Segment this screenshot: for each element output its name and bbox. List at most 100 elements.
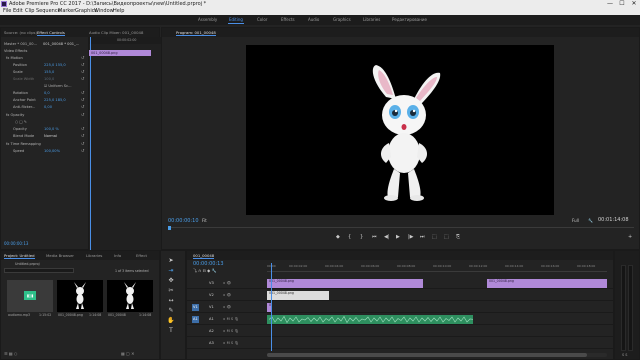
reset-icon[interactable]: ↺ — [81, 62, 84, 68]
mask-tools[interactable]: ○ □ ✎ — [15, 119, 27, 125]
workspace-effects[interactable]: Effects — [281, 15, 295, 25]
timeline-tools[interactable]: ⤵ ∩ ⊟ ◆ 🔧 — [193, 268, 216, 274]
audio-clip[interactable] — [267, 315, 473, 324]
ec-playhead[interactable] — [90, 37, 91, 251]
track-v2[interactable]: V2 ▫ 👁 — [187, 290, 615, 301]
effect-controls-timeline[interactable]: 00:00:02:00 — [88, 37, 162, 251]
reset-icon[interactable]: ↺ — [81, 112, 84, 118]
menu-marker[interactable]: Marker — [58, 8, 75, 15]
fit-dropdown[interactable]: Fit — [202, 218, 207, 223]
source-patch-v1[interactable]: V1 — [192, 304, 199, 311]
extract-button[interactable]: ⬚ — [444, 233, 449, 241]
hand-tool-icon[interactable]: ✋ — [167, 317, 175, 325]
tab-project[interactable]: Project: Untitled — [4, 251, 35, 260]
slip-tool-icon[interactable]: ↔ — [167, 297, 175, 305]
menu-file[interactable]: File — [3, 8, 11, 15]
project-search-input[interactable] — [4, 268, 74, 273]
rotation-value[interactable]: 0,0 — [44, 90, 50, 96]
track-controls[interactable]: ▫ 👁 — [223, 302, 231, 313]
effect-motion[interactable]: fx Motion — [6, 55, 23, 61]
menu-edit[interactable]: Edit — [13, 8, 23, 15]
track-controls[interactable]: ▫ M S 🎙 — [223, 338, 239, 349]
menu-help[interactable]: Help — [113, 8, 124, 15]
workspace-color[interactable]: Color — [257, 15, 267, 25]
reset-icon[interactable]: ↺ — [81, 104, 84, 110]
pen-tool-icon[interactable]: ✎ — [167, 307, 175, 315]
tab-info[interactable]: Info — [114, 251, 121, 260]
track-controls[interactable]: ▫ 👁 — [223, 278, 231, 289]
minimize-button[interactable]: — — [604, 0, 616, 8]
track-v1[interactable]: V1 V1 ▫ 👁 — [187, 302, 615, 313]
type-tool-icon[interactable]: T — [167, 327, 175, 335]
workspace-assembly[interactable]: Assembly — [198, 15, 217, 25]
reset-icon[interactable]: ↺ — [81, 148, 84, 154]
track-select-tool-icon[interactable]: ⇥ — [167, 267, 175, 275]
project-actions[interactable]: ▦ ▢ ✕ — [121, 351, 134, 356]
timeline-ruler[interactable]: 00:00 00:00:02:00 00:00:04:00 00:00:06:0… — [267, 263, 607, 275]
lift-button[interactable]: ⬚ — [432, 233, 437, 241]
tab-effects[interactable]: Effect — [136, 251, 147, 260]
antiflicker-value[interactable]: 0,00 — [44, 104, 52, 110]
sequence-clip-label[interactable]: 001_00048 * 001_... — [43, 41, 79, 47]
razor-tool-icon[interactable]: ✂ — [167, 287, 175, 295]
step-back-button[interactable]: ◀| — [384, 233, 390, 241]
master-clip-label[interactable]: Master * 001_00... — [4, 41, 37, 47]
menu-clip[interactable]: Clip — [25, 8, 34, 15]
reset-icon[interactable]: ↺ — [81, 76, 84, 82]
timeline-clip[interactable]: 001_00048.png — [267, 279, 423, 288]
project-item-sequence[interactable] — [107, 280, 153, 312]
quality-dropdown[interactable]: Full — [572, 218, 579, 223]
mark-out-button[interactable]: } — [360, 233, 363, 241]
source-patch-a1[interactable]: A1 — [192, 316, 199, 323]
timeline-clip[interactable]: 001_00048.png — [487, 279, 607, 288]
program-scrubber[interactable] — [168, 226, 634, 230]
program-playhead[interactable] — [168, 226, 171, 230]
position-value[interactable]: 225,0 155,0 — [44, 62, 66, 68]
settings-icon[interactable]: 🔧 — [588, 218, 593, 223]
timeline-scrollbar[interactable] — [267, 353, 607, 357]
reset-icon[interactable]: ↺ — [81, 69, 84, 75]
export-frame-button[interactable]: ⎘ — [456, 233, 460, 241]
project-bottom-toolbar[interactable]: ☰ ▦ ○ — [4, 351, 17, 356]
uniform-scale-checkbox[interactable]: ☑ Uniform Sc... — [44, 83, 71, 89]
button-editor-button[interactable]: + — [628, 233, 632, 241]
timeline-timecode[interactable]: 00:00:00:13 — [193, 261, 224, 267]
timeline-playhead[interactable] — [271, 263, 272, 351]
reset-icon[interactable]: ↺ — [81, 141, 84, 147]
add-marker-button[interactable]: ◆ — [336, 233, 340, 241]
ec-ruler[interactable]: 00:00:02:00 — [89, 37, 162, 44]
tab-program[interactable]: Program: 001_00048 — [176, 28, 216, 37]
ripple-edit-tool-icon[interactable]: ✥ — [167, 277, 175, 285]
maximize-button[interactable]: ☐ — [616, 0, 628, 8]
anchor-value[interactable]: 225,0 185,0 — [44, 97, 66, 103]
track-controls[interactable]: ▫ M S 🎙 — [223, 314, 239, 325]
tab-effect-controls[interactable]: Effect Controls — [37, 28, 65, 37]
effect-opacity[interactable]: fx Opacity — [6, 112, 24, 118]
effect-time-remapping[interactable]: fx Time Remapping — [6, 141, 41, 147]
menu-sequence[interactable]: Sequence — [36, 8, 61, 15]
play-button[interactable]: ▶ — [396, 233, 400, 241]
tab-sequence[interactable]: 001_00048 — [193, 251, 215, 260]
tab-source[interactable]: Source: (no clips) — [4, 28, 37, 37]
scale-value[interactable]: 155,0 — [44, 69, 54, 75]
tab-audio-clip-mixer[interactable]: Audio Clip Mixer: 001_00048 — [89, 28, 143, 37]
workspace-custom[interactable]: Редактирование — [392, 15, 427, 25]
mark-in-button[interactable]: { — [348, 233, 351, 241]
ec-timecode[interactable]: 00:00:00:13 — [4, 241, 28, 246]
go-to-in-button[interactable]: ⏮ — [372, 233, 377, 241]
workspace-audio[interactable]: Audio — [308, 15, 319, 25]
menu-window[interactable]: Window — [94, 8, 114, 15]
tab-libraries[interactable]: Libraries — [86, 251, 102, 260]
project-item-audio[interactable]: ▮▯▮ — [7, 280, 53, 312]
track-a3[interactable]: A3 ▫ M S 🎙 — [187, 338, 615, 349]
step-forward-button[interactable]: |▶ — [408, 233, 414, 241]
reset-icon[interactable]: ↺ — [81, 55, 84, 61]
ec-clip-bar[interactable]: 001_00048.png — [89, 50, 151, 56]
reset-icon[interactable]: ↺ — [81, 90, 84, 96]
selection-tool-icon[interactable]: ➤ — [167, 257, 175, 265]
program-timecode[interactable]: 00:00:00:10 — [168, 218, 199, 224]
timeline-clip[interactable]: 001_00048.png — [267, 291, 329, 300]
meter-solo-buttons[interactable]: S S — [622, 353, 627, 357]
tab-media-browser[interactable]: Media Browser — [46, 251, 74, 260]
close-button[interactable]: ✕ — [628, 0, 640, 8]
